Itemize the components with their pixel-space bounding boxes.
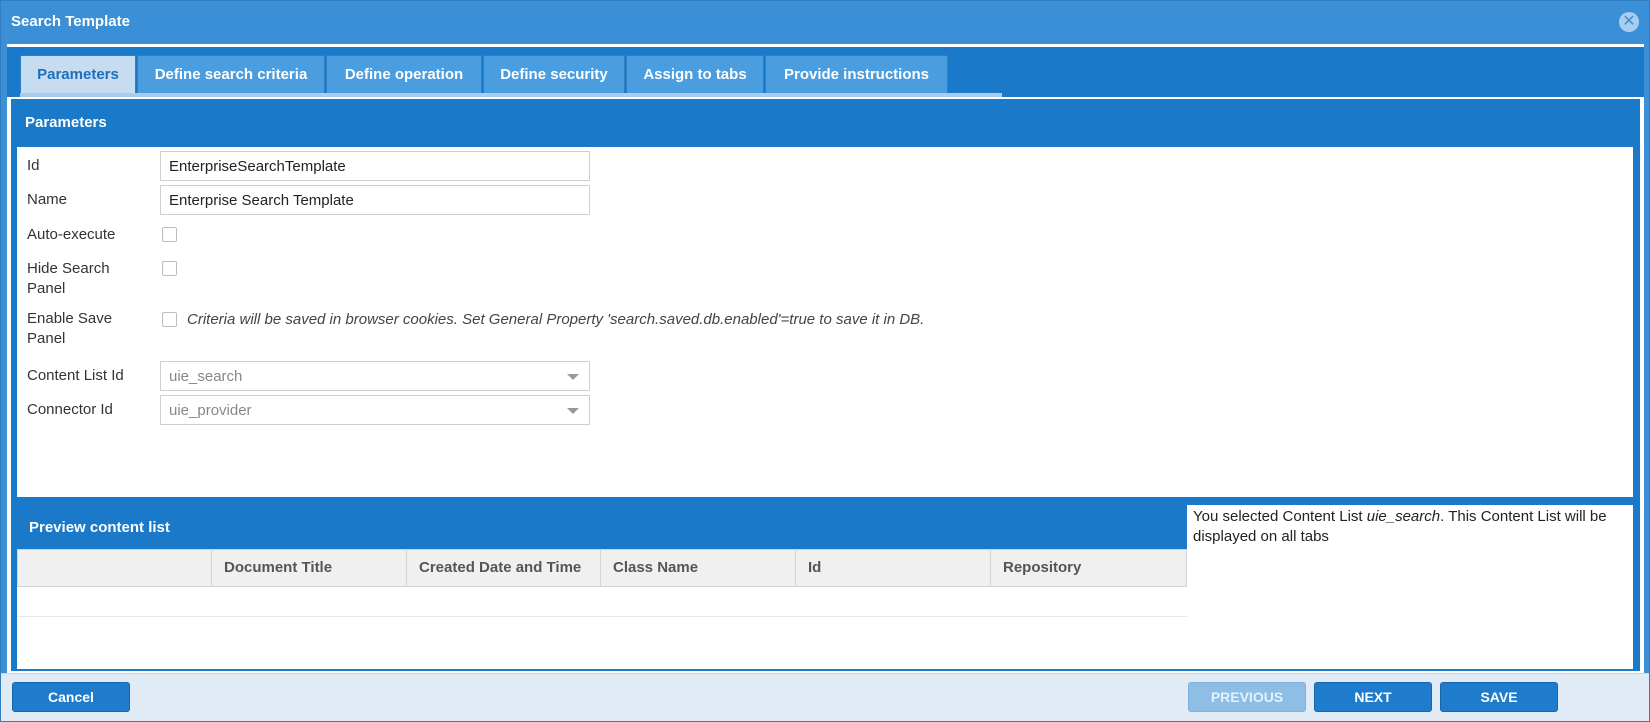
search-template-dialog: Search Template ✕ Parameters Define sear… <box>0 0 1650 722</box>
auto-execute-checkbox[interactable] <box>162 227 177 242</box>
footer-bar: Cancel PREVIOUS NEXT SAVE <box>1 673 1649 721</box>
note-prefix: You selected Content List <box>1193 508 1367 525</box>
name-field[interactable] <box>160 185 590 215</box>
enable-save-panel-label-line2: Panel <box>27 330 66 347</box>
parameters-header: Parameters <box>15 102 1636 144</box>
enable-save-panel-label: Enable Save Panel <box>27 309 112 349</box>
hide-search-panel-label-line1: Hide Search <box>27 260 110 277</box>
save-button[interactable]: SAVE <box>1440 682 1558 712</box>
hide-search-panel-label-line2: Panel <box>27 280 66 297</box>
content-list-id-label: Content List Id <box>27 367 124 384</box>
hide-search-panel-checkbox[interactable] <box>162 261 177 276</box>
id-label: Id <box>27 157 40 174</box>
previous-button[interactable]: PREVIOUS <box>1188 682 1306 712</box>
tab-define-operation[interactable]: Define operation <box>326 55 482 97</box>
tab-provide-instructions[interactable]: Provide instructions <box>765 55 948 97</box>
cancel-button[interactable]: Cancel <box>12 682 130 712</box>
column-header-class-name[interactable]: Class Name <box>600 550 795 586</box>
table-row <box>17 587 1187 617</box>
hide-search-panel-label: Hide Search Panel <box>27 259 110 299</box>
auto-execute-label: Auto-execute <box>27 226 116 243</box>
tab-underline <box>20 93 1002 97</box>
chevron-down-icon <box>567 374 579 380</box>
save-panel-hint: Criteria will be saved in browser cookie… <box>187 311 925 328</box>
connector-id-select[interactable]: uie_provider <box>160 395 590 425</box>
title-bar: Search Template ✕ <box>1 1 1649 43</box>
enable-save-panel-label-line1: Enable Save <box>27 310 113 327</box>
column-header-id[interactable]: Id <box>795 550 990 586</box>
parameters-form: Id Name Auto-execute Hide Search Panel E… <box>17 147 1633 497</box>
enable-save-panel-checkbox[interactable] <box>162 312 177 327</box>
preview-section: Preview content list Document Title Crea… <box>17 505 1633 669</box>
dialog-body: Parameters Define search criteria Define… <box>7 44 1644 673</box>
tab-strip: Parameters Define search criteria Define… <box>7 47 1644 97</box>
tab-parameters[interactable]: Parameters <box>20 55 136 97</box>
column-header-select[interactable] <box>18 550 211 586</box>
next-button[interactable]: NEXT <box>1314 682 1432 712</box>
column-header-created-date[interactable]: Created Date and Time <box>406 550 600 586</box>
content-list-id-value: uie_search <box>169 368 243 385</box>
dialog-title: Search Template <box>11 13 130 30</box>
id-field[interactable] <box>160 151 590 181</box>
column-header-repository[interactable]: Repository <box>990 550 1186 586</box>
close-icon[interactable]: ✕ <box>1619 12 1639 32</box>
preview-header: Preview content list <box>17 505 1187 549</box>
content-list-note: You selected Content List uie_search. Th… <box>1187 505 1633 625</box>
tab-assign-to-tabs[interactable]: Assign to tabs <box>626 55 764 97</box>
tab-define-search-criteria[interactable]: Define search criteria <box>137 55 325 97</box>
content-list-id-select[interactable]: uie_search <box>160 361 590 391</box>
column-header-document-title[interactable]: Document Title <box>211 550 406 586</box>
tab-define-security[interactable]: Define security <box>483 55 625 97</box>
note-list-name: uie_search <box>1366 508 1441 525</box>
connector-id-label: Connector Id <box>27 401 113 418</box>
connector-id-value: uie_provider <box>169 402 252 419</box>
preview-grid-header: Document Title Created Date and Time Cla… <box>17 549 1187 587</box>
chevron-down-icon <box>567 408 579 414</box>
name-label: Name <box>27 191 68 208</box>
